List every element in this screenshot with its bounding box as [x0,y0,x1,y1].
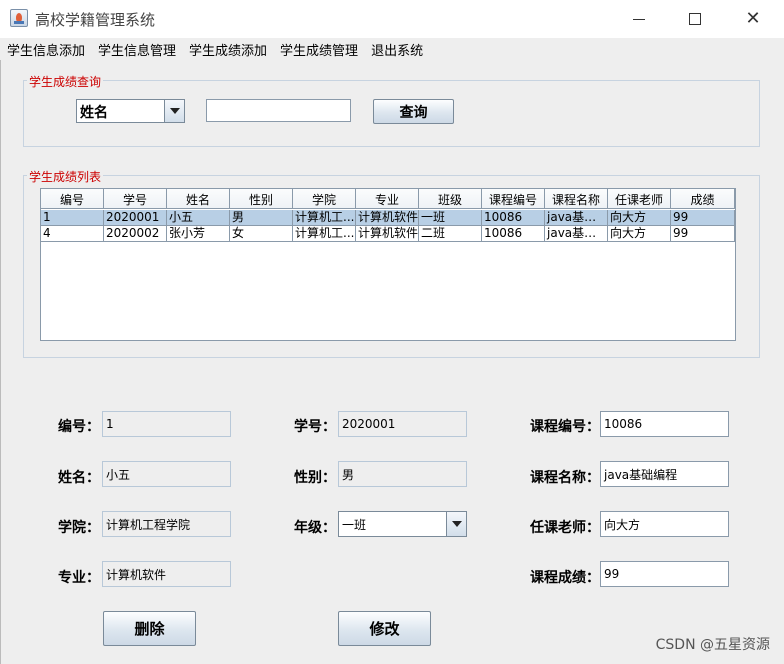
course-no-value: 10086 [604,417,643,431]
query-field-select[interactable]: 姓名 [76,99,185,123]
column-header[interactable]: 课程名称 [545,189,608,209]
course-no-label: 课程编号： [530,419,600,435]
college-value: 计算机工程学院 [106,517,191,532]
column-header[interactable]: 成绩 [671,189,735,209]
column-header[interactable]: 性别 [230,189,293,209]
column-header[interactable]: 学院 [293,189,356,209]
score-value: 99 [604,567,620,581]
table-header: 编号 学号 姓名 性别 学院 专业 班级 课程编号 课程名称 任课老师 成绩 [41,189,735,209]
column-header[interactable]: 任课老师 [608,189,671,209]
score-label: 课程成绩： [530,570,600,586]
student-no-value: 2020001 [342,417,396,431]
query-field-dropdown[interactable] [164,100,184,122]
college-field: 计算机工程学院 [102,511,231,537]
grade-dropdown[interactable] [446,512,466,536]
name-field: 小五 [102,461,231,487]
table-cell: 4 [41,226,104,242]
maximize-icon [689,13,701,25]
modify-button[interactable]: 修改 [338,611,431,646]
close-icon: ✕ [745,8,761,29]
query-button[interactable]: 查询 [373,99,454,124]
grade-select[interactable]: 一班 [338,511,467,537]
table-cell: 计算机软件 [356,226,419,242]
id-value: 1 [106,417,114,431]
minimize-button[interactable] [610,0,668,38]
table-cell: 计算机工... [293,210,356,226]
gender-label: 性别： [294,470,336,486]
menu-score-add[interactable]: 学生成绩添加 [182,40,273,59]
teacher-field[interactable]: 向大方 [600,511,729,537]
window-title: 高校学籍管理系统 [35,11,156,29]
menu-exit[interactable]: 退出系统 [364,40,429,59]
menu-bar: 学生信息添加 学生信息管理 学生成绩添加 学生成绩管理 退出系统 [0,38,784,60]
course-name-field[interactable]: java基础编程 [600,461,729,487]
table-cell: 2020002 [104,226,167,242]
title-bar: 高校学籍管理系统 ✕ [0,0,784,38]
table-cell: 向大方 [608,210,671,226]
table-cell: 向大方 [608,226,671,242]
chevron-down-icon [451,521,462,527]
grade-value: 一班 [342,517,367,532]
major-value: 计算机软件 [106,567,167,582]
id-field: 1 [102,411,231,437]
major-label: 专业： [58,570,100,586]
id-label: 编号： [58,419,100,435]
course-name-value: java基础编程 [604,467,678,482]
college-label: 学院： [58,520,100,536]
java-app-icon [10,9,28,27]
name-label: 姓名： [58,470,100,486]
table-cell: 2020001 [104,210,167,226]
menu-student-info-add[interactable]: 学生信息添加 [0,40,91,59]
menu-student-info-manage[interactable]: 学生信息管理 [91,40,182,59]
query-input[interactable] [206,99,351,122]
table-cell: 小五 [167,210,230,226]
column-header[interactable]: 课程编号 [482,189,545,209]
table-cell: 10086 [482,210,545,226]
student-no-field: 2020001 [338,411,467,437]
column-header[interactable]: 编号 [41,189,104,209]
table-cell: 10086 [482,226,545,242]
score-field[interactable]: 99 [600,561,729,587]
table-cell: 一班 [419,210,482,226]
close-button[interactable]: ✕ [724,0,782,38]
score-table[interactable]: 编号 学号 姓名 性别 学院 专业 班级 课程编号 课程名称 任课老师 成绩 1 2020001 小五男… [40,188,736,341]
major-field: 计算机软件 [102,561,231,587]
column-header[interactable]: 学号 [104,189,167,209]
maximize-button[interactable] [666,0,724,38]
score-list-title: 学生成绩列表 [27,168,104,185]
watermark: CSDN @五星资源 [655,637,770,653]
score-query-title: 学生成绩查询 [27,73,104,90]
table-row[interactable]: 4 2020002 张小芳女计算机工... 计算机软件 二班 10086 java基础...… [41,226,735,242]
course-no-field[interactable]: 10086 [600,411,729,437]
table-cell: 计算机软件 [356,210,419,226]
gender-field: 男 [338,461,467,487]
table-row[interactable]: 1 2020001 小五男计算机工... 计算机软件 一班 10086 java基础... 向… [41,210,735,226]
name-value: 小五 [106,467,131,482]
table-cell: 二班 [419,226,482,242]
delete-button[interactable]: 删除 [103,611,196,646]
table-cell: 张小芳 [167,226,230,242]
chevron-down-icon [169,108,180,114]
table-cell: 1 [41,210,104,226]
table-cell: 男 [230,210,293,226]
table-cell: java基础... [545,210,608,226]
gender-value: 男 [342,467,355,482]
table-cell: 99 [671,226,735,242]
menu-score-manage[interactable]: 学生成绩管理 [273,40,364,59]
table-cell: 99 [671,210,735,226]
table-cell: 计算机工... [293,226,356,242]
table-cell: java基础... [545,226,608,242]
grade-label: 年级： [294,520,336,536]
minimize-icon [633,18,645,20]
query-field-value: 姓名 [80,105,108,121]
column-header[interactable]: 姓名 [167,189,230,209]
course-name-label: 课程名称： [530,470,600,486]
column-header[interactable]: 专业 [356,189,419,209]
column-header[interactable]: 班级 [419,189,482,209]
student-no-label: 学号： [294,419,336,435]
teacher-value: 向大方 [604,517,641,532]
table-cell: 女 [230,226,293,242]
teacher-label: 任课老师： [530,520,600,536]
